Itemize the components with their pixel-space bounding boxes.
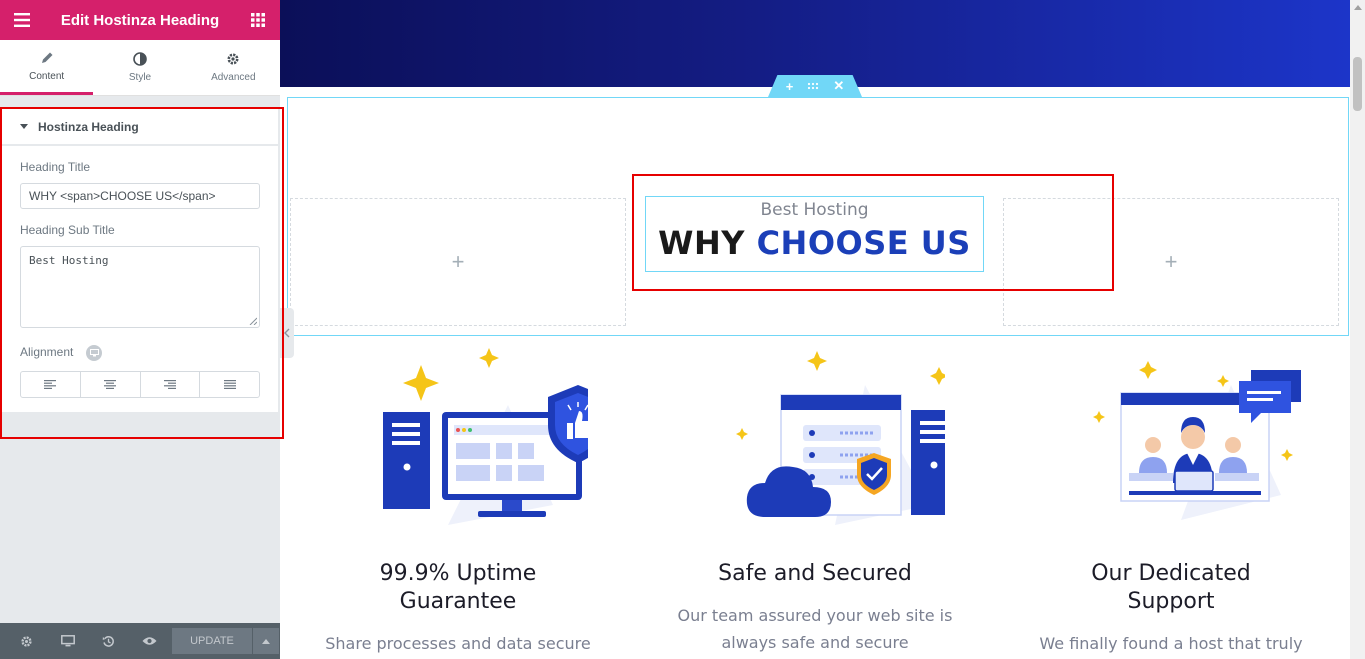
preview-eye-icon[interactable] bbox=[129, 623, 170, 659]
drag-section-icon[interactable] bbox=[807, 82, 819, 90]
align-left-icon bbox=[44, 380, 57, 389]
feature-secured: Safe and Secured Our team assured your w… bbox=[637, 345, 993, 659]
align-center-icon bbox=[104, 380, 117, 389]
delete-section-icon[interactable]: ✕ bbox=[833, 78, 844, 94]
alignment-choices bbox=[20, 371, 260, 398]
section-handle: + ✕ bbox=[768, 75, 862, 97]
hamburger-menu-icon[interactable] bbox=[12, 10, 32, 30]
scroll-up-arrow-icon[interactable] bbox=[1354, 5, 1362, 10]
alignment-label: Alignment bbox=[20, 345, 74, 359]
heading-title: WHY CHOOSE US bbox=[646, 224, 983, 262]
empty-column-right[interactable]: + bbox=[1003, 198, 1339, 326]
align-justify-button[interactable] bbox=[200, 372, 259, 397]
add-widget-icon: + bbox=[451, 249, 465, 274]
heading-subtitle-label: Heading Sub Title bbox=[20, 223, 115, 237]
feature-description: Share processes and data secure bbox=[325, 634, 591, 653]
resize-handle-icon[interactable] bbox=[249, 317, 257, 325]
align-center-button[interactable] bbox=[81, 372, 141, 397]
feature-uptime: 99.9% Uptime Guarantee Share processes a… bbox=[280, 345, 636, 659]
add-widget-icon: + bbox=[1164, 249, 1178, 274]
tab-content-label: Content bbox=[29, 70, 65, 82]
heading-subtitle-value: Best Hosting bbox=[29, 254, 109, 267]
responsive-mode-icon[interactable] bbox=[47, 623, 88, 659]
chevron-left-icon bbox=[284, 328, 290, 338]
align-justify-icon bbox=[223, 380, 236, 389]
align-left-button[interactable] bbox=[21, 372, 81, 397]
support-team-illustration bbox=[1093, 361, 1301, 520]
align-right-button[interactable] bbox=[141, 372, 201, 397]
pencil-icon bbox=[41, 52, 53, 63]
align-right-icon bbox=[163, 380, 176, 389]
hostinza-heading-widget[interactable]: Best Hosting WHY CHOOSE US bbox=[645, 196, 984, 272]
heading-title-label: Heading Title bbox=[20, 160, 91, 174]
responsive-monitor-icon[interactable] bbox=[86, 345, 102, 361]
history-icon[interactable] bbox=[88, 623, 129, 659]
panel-title: Edit Hostinza Heading bbox=[60, 11, 220, 29]
heading-title-accent: CHOOSE US bbox=[756, 224, 971, 262]
feature-description: Our team assured your web site is always… bbox=[677, 606, 953, 652]
panel-tabs: Content Style Advanced bbox=[0, 40, 280, 96]
page-preview: + ✕ + + Best Hosting WHY CHOOSE US 99.9%… bbox=[280, 0, 1350, 659]
hero-banner bbox=[280, 0, 1350, 87]
heading-title-input[interactable]: WHY <span>CHOOSE US</span> bbox=[20, 183, 260, 209]
feature-title: Our Dedicated Support bbox=[1091, 561, 1251, 614]
scrollbar-thumb[interactable] bbox=[1353, 57, 1362, 111]
feature-title: 99.9% Uptime Guarantee bbox=[379, 561, 537, 614]
collapse-panel-handle[interactable] bbox=[280, 308, 294, 358]
heading-subtitle-textarea[interactable]: Best Hosting bbox=[20, 246, 260, 328]
feature-description: We finally found a host that truly under… bbox=[1039, 634, 1303, 653]
feature-title: Safe and Secured bbox=[718, 561, 912, 586]
caret-up-icon bbox=[262, 638, 270, 644]
section-title: Hostinza Heading bbox=[38, 119, 139, 134]
tab-content[interactable]: Content bbox=[0, 40, 94, 95]
tab-advanced[interactable]: Advanced bbox=[187, 40, 280, 95]
panel-footer: UPDATE bbox=[0, 623, 280, 659]
empty-column-left[interactable]: + bbox=[290, 198, 626, 326]
update-button[interactable]: UPDATE bbox=[172, 628, 252, 654]
add-section-icon[interactable]: + bbox=[786, 79, 794, 94]
gear-icon bbox=[227, 53, 239, 65]
section-toggle-hostinza-heading[interactable]: Hostinza Heading bbox=[2, 109, 278, 145]
tab-style-label: Style bbox=[128, 72, 152, 83]
server-monitor-shield-illustration bbox=[383, 348, 588, 525]
feature-support: Our Dedicated Support We finally found a… bbox=[993, 345, 1349, 659]
cloud-server-shield-illustration bbox=[736, 351, 945, 525]
page-scrollbar[interactable] bbox=[1350, 0, 1365, 659]
section-controls: Heading Title WHY <span>CHOOSE US</span>… bbox=[2, 146, 278, 412]
heading-subtitle: Best Hosting bbox=[760, 200, 869, 220]
save-options-button[interactable] bbox=[253, 628, 279, 654]
panel-header: Edit Hostinza Heading bbox=[0, 0, 280, 40]
tab-style[interactable]: Style bbox=[93, 40, 186, 95]
tab-advanced-label: Advanced bbox=[211, 72, 256, 83]
settings-icon[interactable] bbox=[6, 623, 47, 659]
heading-title-plain: WHY bbox=[658, 224, 745, 262]
caret-down-icon bbox=[20, 123, 28, 129]
editor-panel: Edit Hostinza Heading Content Style Adva… bbox=[0, 0, 284, 659]
contrast-icon bbox=[133, 52, 147, 66]
widgets-grid-icon[interactable] bbox=[248, 10, 268, 30]
